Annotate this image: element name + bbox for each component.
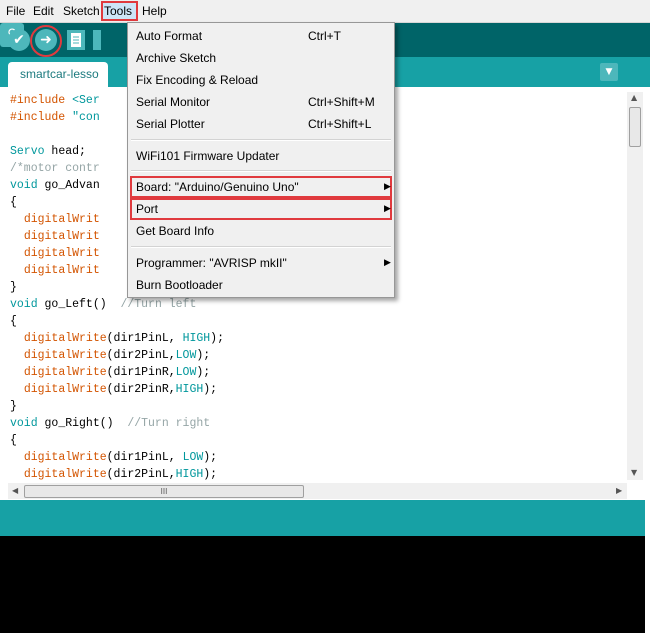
code-line: digitalWrite(dir1PinR,LOW);	[23, 366, 211, 379]
code-line: #include <Ser	[10, 94, 100, 107]
open-button[interactable]	[93, 30, 101, 50]
menu-item-get-board-info[interactable]: Get Board Info	[136, 222, 214, 240]
document-icon	[71, 33, 81, 47]
menu-item-serial-monitor[interactable]: Serial Monitor	[136, 93, 210, 111]
code-line: #include "con	[10, 111, 100, 124]
verify-button[interactable]: ✔	[8, 29, 30, 51]
menu-tools[interactable]: Tools	[104, 3, 132, 19]
checkmark-icon: ✔	[13, 32, 25, 48]
scroll-up-arrow[interactable]: ▲	[631, 93, 637, 102]
code-line: {	[10, 315, 17, 328]
status-bar	[0, 500, 650, 536]
scroll-down-arrow[interactable]: ▼	[631, 468, 637, 477]
vertical-scrollbar[interactable]	[627, 92, 643, 480]
menu-item-wifi101-updater[interactable]: WiFi101 Firmware Updater	[136, 147, 279, 165]
code-line: digitalWrite(dir2PinR,HIGH);	[23, 383, 218, 396]
menu-separator	[131, 139, 391, 141]
menu-separator	[131, 170, 391, 172]
code-line: }	[10, 281, 17, 294]
tools-dropdown-menu: Auto Format Ctrl+T Archive Sketch Fix En…	[127, 22, 395, 298]
tab-menu-button[interactable]: ▼	[600, 63, 618, 81]
code-line: digitalWrit	[23, 213, 100, 226]
code-line: digitalWrite(dir2PinL,LOW);	[23, 349, 211, 362]
code-line: digitalWrit	[23, 264, 100, 277]
shortcut-serial-plotter: Ctrl+Shift+L	[308, 117, 372, 131]
menu-item-port[interactable]: Port	[136, 200, 158, 218]
menu-separator	[131, 246, 391, 248]
menu-item-board[interactable]: Board: "Arduino/Genuino Uno"	[136, 178, 299, 196]
menu-item-auto-format[interactable]: Auto Format	[136, 27, 202, 45]
submenu-arrow-icon: ▶	[384, 258, 391, 268]
code-line: /*motor contr	[10, 162, 100, 175]
code-line: void go_Right() //Turn right	[10, 417, 211, 430]
menu-item-fix-encoding[interactable]: Fix Encoding & Reload	[136, 71, 258, 89]
code-line: {	[10, 434, 17, 447]
code-line: digitalWrit	[23, 230, 100, 243]
code-line: digitalWrite(dir2PinL,HIGH);	[23, 468, 218, 481]
chevron-down-icon: ▼	[605, 67, 613, 77]
submenu-arrow-icon: ▶	[384, 204, 391, 214]
submenu-arrow-icon: ▶	[384, 182, 391, 192]
port-item-highlight	[130, 198, 392, 220]
code-line: digitalWrite(dir1PinL, HIGH);	[23, 332, 224, 345]
code-line: digitalWrit	[23, 247, 100, 260]
menu-help[interactable]: Help	[142, 3, 167, 19]
menu-file[interactable]: File	[6, 3, 25, 19]
menu-item-burn-bootloader[interactable]: Burn Bootloader	[136, 276, 223, 294]
window-edge	[645, 500, 650, 633]
code-line: void go_Left() //Turn left	[10, 298, 197, 311]
code-line: Servo head;	[10, 145, 86, 158]
scroll-left-arrow[interactable]: ◀	[12, 486, 18, 495]
menu-sketch[interactable]: Sketch	[63, 3, 100, 19]
tab-sketch-label: smartcar-lesso	[20, 67, 99, 81]
menu-edit[interactable]: Edit	[33, 3, 54, 19]
menu-item-archive-sketch[interactable]: Archive Sketch	[136, 49, 216, 67]
menu-item-serial-plotter[interactable]: Serial Plotter	[136, 115, 205, 133]
code-line: {	[10, 196, 17, 209]
horizontal-scroll-thumb[interactable]: III	[24, 485, 304, 498]
code-line: }	[10, 400, 17, 413]
shortcut-auto-format: Ctrl+T	[308, 29, 341, 43]
menu-item-programmer[interactable]: Programmer: "AVRISP mkII"	[136, 254, 287, 272]
console-output[interactable]	[0, 536, 645, 633]
scroll-right-arrow[interactable]: ▶	[616, 486, 622, 495]
shortcut-serial-monitor: Ctrl+Shift+M	[308, 95, 375, 109]
vertical-scroll-thumb[interactable]	[629, 107, 641, 147]
code-line: digitalWrite(dir1PinL, LOW);	[23, 451, 218, 464]
code-line: void go_Advan	[10, 179, 100, 192]
new-sketch-button[interactable]	[67, 30, 85, 50]
upload-button-highlight	[30, 25, 62, 57]
